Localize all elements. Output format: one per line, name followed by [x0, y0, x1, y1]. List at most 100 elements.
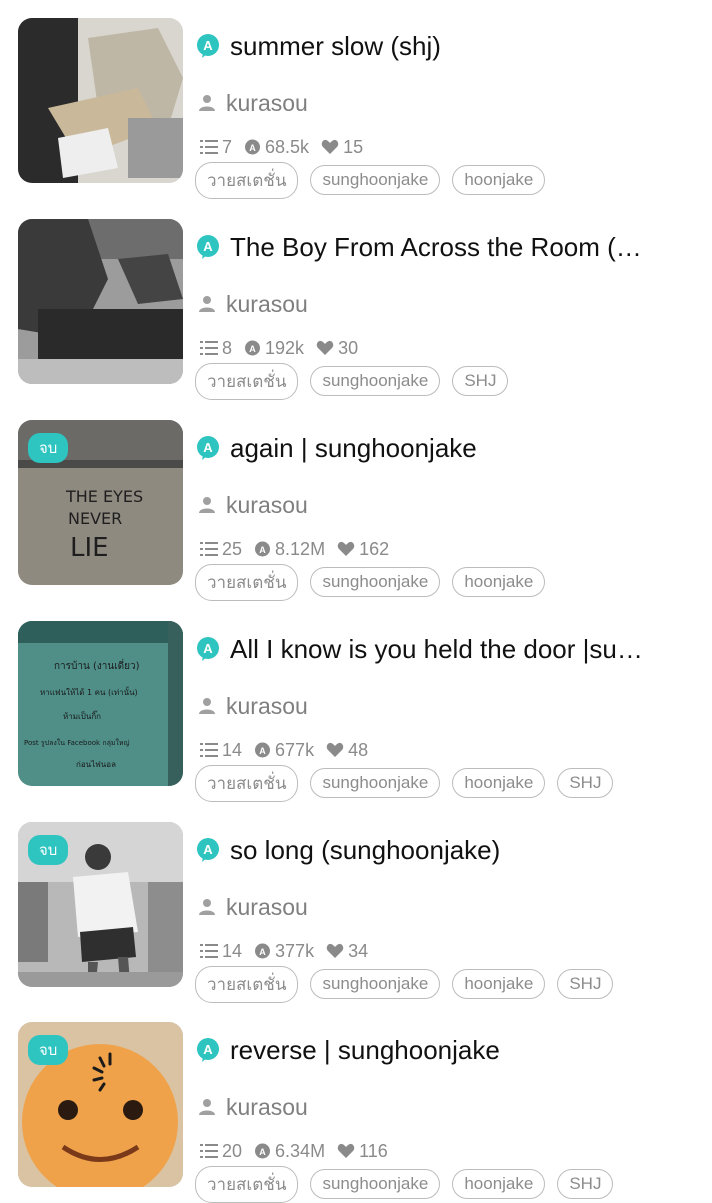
board-line: ก่อนไฟนอล — [76, 760, 116, 769]
story-title[interactable]: so long (sunghoonjake) — [230, 835, 700, 866]
story-title[interactable]: reverse | sunghoonjake — [230, 1035, 700, 1066]
story-title[interactable]: summer slow (shj) — [230, 31, 700, 62]
author-name[interactable]: kurasou — [226, 894, 308, 921]
reads-icon: A — [255, 1143, 271, 1158]
tag[interactable]: SHJ — [557, 969, 614, 999]
tag[interactable]: sunghoonjake — [310, 768, 441, 798]
story-cover[interactable]: จบ — [18, 1022, 183, 1187]
tag-list: วายสเตชั่น sunghoonjake hoonjake — [195, 563, 557, 601]
a-badge-icon: A — [195, 636, 221, 662]
tag[interactable]: hoonjake — [452, 1169, 546, 1199]
story-stats: 7 A 68.5k 15 — [200, 135, 375, 159]
reads-count: 8.12M — [275, 538, 326, 559]
tag[interactable]: วายสเตชั่น — [195, 161, 299, 199]
graffiti-line: LIE — [70, 533, 109, 563]
author-row[interactable]: kurasou — [198, 892, 308, 922]
heart-icon — [326, 943, 344, 958]
author-name[interactable]: kurasou — [226, 1094, 308, 1121]
story-cover[interactable]: จบ — [18, 822, 183, 987]
reads-count: 6.34M — [275, 1140, 326, 1161]
tag[interactable]: hoonjake — [452, 969, 546, 999]
tag[interactable]: sunghoonjake — [310, 567, 441, 597]
story-card[interactable]: จบ A reverse | sunghoonjake kurasou 20 A… — [0, 1022, 712, 1203]
tag-list: วายสเตชั่น sunghoonjake hoonjake SHJ — [195, 1165, 625, 1203]
tag[interactable]: hoonjake — [452, 768, 546, 798]
author-name[interactable]: kurasou — [226, 291, 308, 318]
svg-text:A: A — [259, 1147, 266, 1157]
parts-count: 14 — [222, 940, 243, 961]
story-card[interactable]: การบ้าน (งานเดี่ยว) หาแฟนให้ได้ 1 คน (เท… — [0, 621, 712, 802]
votes-count: 48 — [348, 739, 369, 760]
votes-count: 34 — [348, 940, 369, 961]
author-row[interactable]: kurasou — [198, 691, 308, 721]
tag[interactable]: sunghoonjake — [310, 1169, 441, 1199]
list-icon — [200, 140, 218, 154]
tag[interactable]: วายสเตชั่น — [195, 1165, 299, 1203]
author-name[interactable]: kurasou — [226, 693, 308, 720]
tag[interactable]: sunghoonjake — [310, 969, 441, 999]
tag[interactable]: วายสเตชั่น — [195, 362, 299, 400]
tag-list: วายสเตชั่น sunghoonjake SHJ — [195, 362, 520, 400]
a-badge-icon: A — [195, 435, 221, 461]
tag[interactable]: SHJ — [452, 366, 509, 396]
story-title[interactable]: The Boy From Across the Room (… — [230, 232, 700, 263]
votes-count: 30 — [338, 337, 359, 358]
author-row[interactable]: kurasou — [198, 1092, 308, 1122]
story-cover[interactable] — [18, 18, 183, 183]
author-name[interactable]: kurasou — [226, 90, 308, 117]
completed-badge: จบ — [28, 1035, 69, 1065]
parts-count: 25 — [222, 538, 243, 559]
board-line: หาแฟนให้ได้ 1 คน (เท่านั้น) — [40, 686, 138, 697]
completed-badge: จบ — [28, 835, 69, 865]
story-card[interactable]: จบ A so long (sunghoonjake) kurasou 14 A… — [0, 822, 712, 1003]
svg-text:A: A — [259, 947, 266, 957]
tag[interactable]: SHJ — [557, 768, 614, 798]
a-badge-icon: A — [195, 33, 221, 59]
story-card[interactable]: A The Boy From Across the Room (… kuraso… — [0, 219, 712, 400]
tag[interactable]: hoonjake — [452, 567, 546, 597]
story-cover[interactable] — [18, 219, 183, 384]
author-row[interactable]: kurasou — [198, 88, 308, 118]
story-cover[interactable]: การบ้าน (งานเดี่ยว) หาแฟนให้ได้ 1 คน (เท… — [18, 621, 183, 786]
story-card[interactable]: A summer slow (shj) kurasou 7 A 68.5k 15 … — [0, 18, 712, 199]
reads-count: 677k — [275, 739, 315, 760]
story-title[interactable]: again | sunghoonjake — [230, 433, 700, 464]
tag[interactable]: sunghoonjake — [310, 366, 441, 396]
story-title[interactable]: All I know is you held the door |su… — [230, 634, 700, 665]
tag[interactable]: วายสเตชั่น — [195, 764, 299, 802]
cover-image — [18, 18, 183, 183]
parts-count: 20 — [222, 1140, 243, 1161]
person-icon — [199, 95, 215, 111]
reads-count: 377k — [275, 940, 315, 961]
heart-icon — [326, 742, 344, 757]
heart-icon — [316, 340, 334, 355]
list-icon — [200, 542, 218, 556]
svg-text:A: A — [203, 1042, 213, 1057]
tag[interactable]: SHJ — [557, 1169, 614, 1199]
votes-count: 15 — [343, 136, 364, 157]
story-cover[interactable]: THE EYES NEVER LIE จบ — [18, 420, 183, 585]
author-row[interactable]: kurasou — [198, 490, 308, 520]
tag[interactable]: sunghoonjake — [310, 165, 441, 195]
tag[interactable]: วายสเตชั่น — [195, 965, 299, 1003]
person-icon — [199, 296, 215, 312]
person-icon — [199, 497, 215, 513]
a-badge-icon: A — [195, 837, 221, 863]
reads-icon: A — [255, 541, 271, 556]
tag[interactable]: hoonjake — [452, 165, 546, 195]
story-stats: 25 A 8.12M 162 — [200, 537, 401, 561]
cover-image: การบ้าน (งานเดี่ยว) หาแฟนให้ได้ 1 คน (เท… — [18, 621, 183, 786]
author-name[interactable]: kurasou — [226, 492, 308, 519]
a-badge-icon: A — [195, 234, 221, 260]
votes-count: 162 — [359, 538, 390, 559]
story-stats: 20 A 6.34M 116 — [200, 1139, 400, 1163]
cover-image — [18, 219, 183, 384]
story-list: A summer slow (shj) kurasou 7 A 68.5k 15 … — [0, 0, 712, 1203]
author-row[interactable]: kurasou — [198, 289, 308, 319]
story-card[interactable]: THE EYES NEVER LIE จบ A again | sunghoon… — [0, 420, 712, 601]
graffiti-line: NEVER — [68, 509, 122, 528]
tag[interactable]: วายสเตชั่น — [195, 563, 299, 601]
svg-text:A: A — [203, 38, 213, 53]
svg-text:A: A — [259, 545, 266, 555]
story-stats: 14 A 677k 48 — [200, 738, 380, 762]
